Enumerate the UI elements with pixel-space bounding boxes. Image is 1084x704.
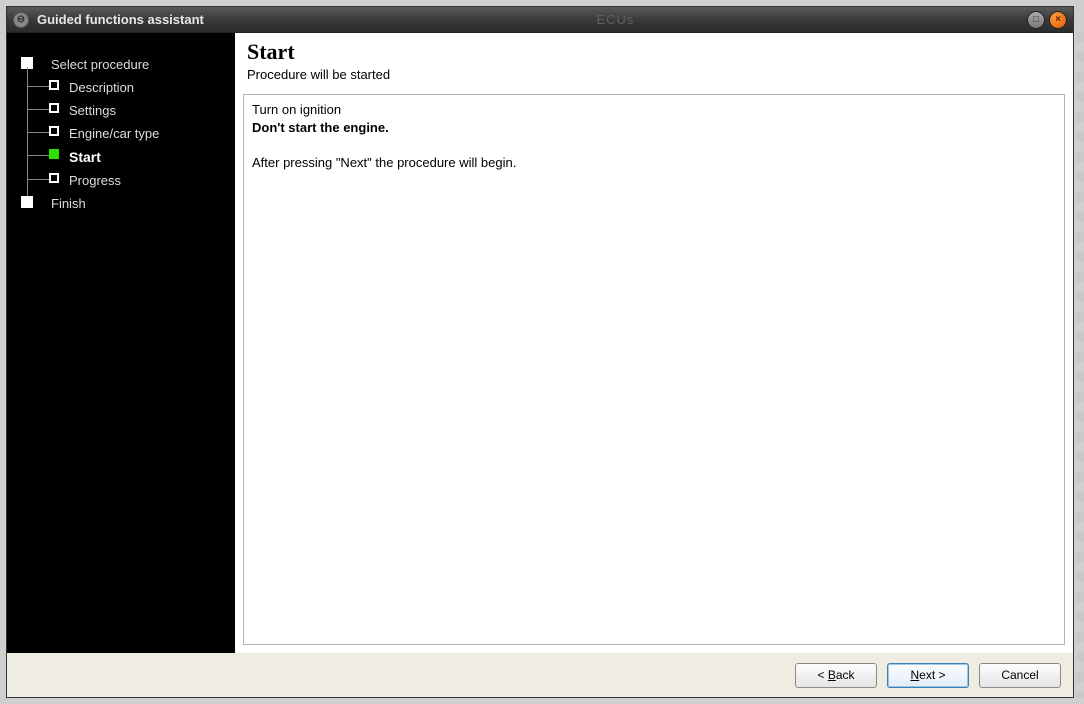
app-window: ⊖ Guided functions assistant ECUs □ × Se… (6, 6, 1074, 698)
sidebar-item-progress[interactable]: Progress (21, 169, 225, 192)
step-marker-icon (49, 80, 59, 90)
sidebar-item-select-procedure[interactable]: Select procedure (21, 53, 225, 76)
sidebar-item-label: Select procedure (51, 57, 149, 72)
instruction-box: Turn on ignition Don't start the engine.… (243, 94, 1065, 645)
sidebar-item-engine-car-type[interactable]: Engine/car type (21, 122, 225, 145)
sidebar-item-label: Description (69, 80, 134, 95)
sidebar-item-description[interactable]: Description (21, 76, 225, 99)
back-rest: ack (836, 668, 855, 682)
titlebar[interactable]: ⊖ Guided functions assistant ECUs □ × (7, 7, 1073, 33)
sidebar-item-finish[interactable]: Finish (21, 192, 225, 215)
maximize-button[interactable]: □ (1027, 11, 1045, 29)
step-marker-icon (21, 196, 33, 208)
back-button[interactable]: < Back (795, 663, 877, 688)
back-mnemonic: B (828, 668, 836, 682)
back-prefix: < (817, 668, 827, 682)
body: Select procedure Description Settings En… (7, 33, 1073, 653)
sidebar-item-label: Settings (69, 103, 116, 118)
close-button[interactable]: × (1049, 11, 1067, 29)
window-controls: □ × (1027, 11, 1067, 29)
sidebar-item-label: Finish (51, 196, 86, 211)
outer-scroll-indicator (1076, 32, 1084, 698)
footer: < Back Next > Cancel (7, 653, 1073, 697)
instruction-line: After pressing "Next" the procedure will… (252, 154, 1056, 172)
instruction-line: Turn on ignition (252, 101, 1056, 119)
main-header: Start Procedure will be started (243, 39, 1065, 94)
page-title: Start (247, 39, 1061, 65)
cancel-button[interactable]: Cancel (979, 663, 1061, 688)
instruction-blank (252, 136, 1056, 154)
app-icon: ⊖ (13, 12, 29, 28)
sidebar: Select procedure Description Settings En… (7, 33, 235, 653)
window-title: Guided functions assistant (37, 12, 204, 27)
main-panel: Start Procedure will be started Turn on … (235, 33, 1073, 653)
next-rest: ext > (919, 668, 945, 682)
step-marker-icon (49, 173, 59, 183)
next-mnemonic: N (910, 668, 919, 682)
step-marker-icon (49, 126, 59, 136)
sidebar-item-settings[interactable]: Settings (21, 99, 225, 122)
step-marker-icon (49, 103, 59, 113)
sidebar-item-start[interactable]: Start (21, 145, 225, 169)
page-subtitle: Procedure will be started (247, 67, 1061, 82)
step-marker-active-icon (49, 149, 59, 159)
bg-app-text: ECUs (204, 12, 1027, 27)
sidebar-item-label: Progress (69, 173, 121, 188)
instruction-line-bold: Don't start the engine. (252, 119, 1056, 137)
step-tree: Select procedure Description Settings En… (21, 53, 225, 215)
sidebar-item-label: Engine/car type (69, 126, 159, 141)
next-button[interactable]: Next > (887, 663, 969, 688)
sidebar-item-label: Start (69, 149, 101, 165)
